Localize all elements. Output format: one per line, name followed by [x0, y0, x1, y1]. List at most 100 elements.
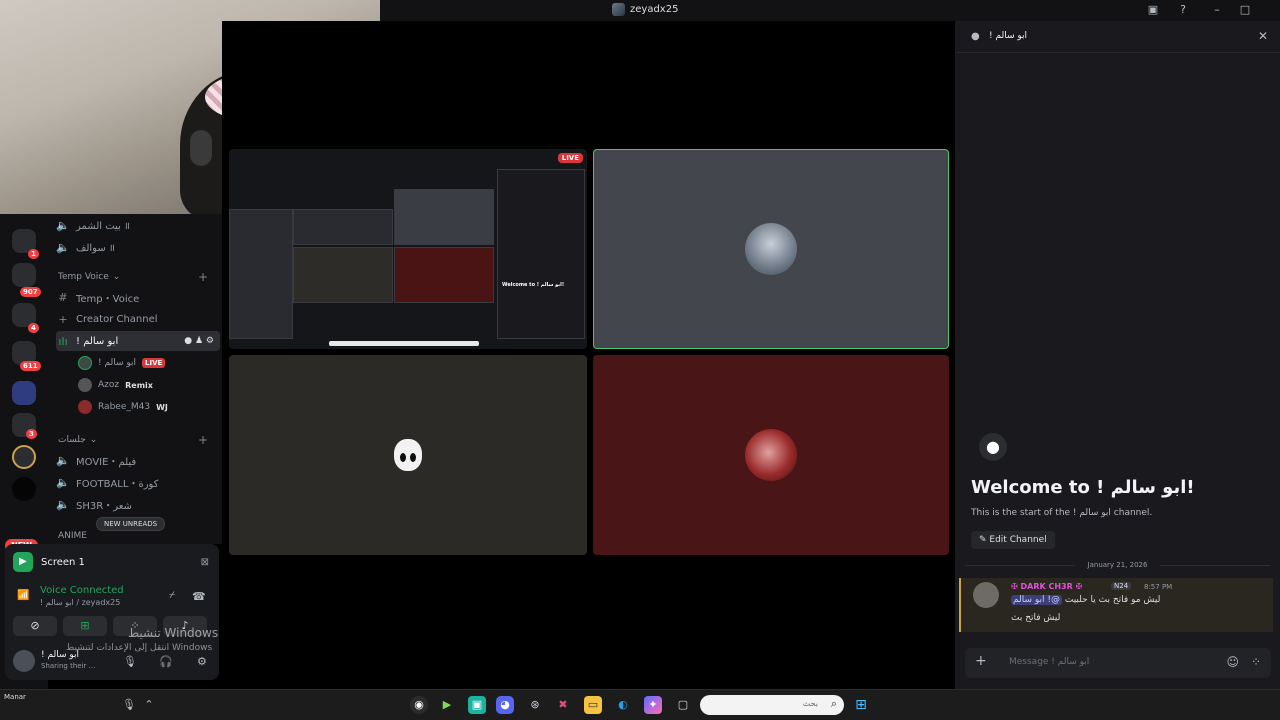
maximize-icon[interactable]: □	[1238, 3, 1252, 17]
active-voice-channel[interactable]: ıIı ! ابو سالم ● ♟ ⚙	[56, 331, 220, 351]
close-icon[interactable]: ✕	[1258, 29, 1268, 43]
voice-user-name: Rabee_M43	[98, 402, 151, 412]
chevron-down-icon: ⌄	[89, 435, 98, 445]
message-composer[interactable]: + Message ! ابو سالم ☺ ⁘	[965, 648, 1271, 678]
add-channel-icon[interactable]: +	[198, 433, 208, 447]
speaker-icon: 🔈	[56, 497, 70, 511]
category-temp-voice[interactable]: Temp Voice ⌄ +	[58, 270, 208, 284]
user-status: Sharing their ...	[41, 662, 96, 670]
server-icon[interactable]	[12, 445, 36, 469]
voice-channel[interactable]: 🔈 FOOTBALL・كورة	[56, 472, 220, 492]
video-tile-speaking[interactable]	[593, 149, 949, 349]
channel-name: Temp・Voice	[76, 293, 140, 305]
server-badge: 3	[26, 429, 37, 439]
gear-icon[interactable]: ⚙	[197, 655, 207, 668]
app-icon[interactable]: ▣	[468, 696, 486, 714]
windows-start-icon[interactable]: ⊞	[852, 696, 870, 714]
toggle-camera-button[interactable]: ⊘	[13, 616, 57, 636]
taskbar-search[interactable]: بحث ⌕	[700, 695, 844, 715]
screen-share-button[interactable]: ⊞	[63, 616, 107, 636]
stop-share-icon[interactable]: ⊠	[201, 557, 209, 568]
microphone-icon[interactable]: 🎙	[120, 696, 138, 714]
avatar	[78, 356, 92, 370]
microphone-icon[interactable]: 🎙	[123, 655, 137, 668]
server-badge: 611	[20, 361, 41, 371]
message-text: ليش مو فاتح بث يا حلبيت	[1064, 595, 1161, 605]
search-placeholder: بحث	[802, 699, 818, 708]
voice-user[interactable]: Azoz Remix	[78, 374, 218, 396]
steam-icon[interactable]: ⊛	[526, 696, 544, 714]
emoji-icon[interactable]: ☺	[1226, 655, 1239, 669]
server-icon[interactable]	[12, 263, 36, 287]
speaker-icon: 🔈	[56, 453, 70, 467]
inbox-icon[interactable]: ▣	[1146, 3, 1160, 17]
category-jalsat[interactable]: جلسات ⌄ +	[58, 433, 208, 447]
signal-icon: 📶	[17, 590, 30, 601]
avatar[interactable]	[973, 582, 999, 608]
chevron-up-icon[interactable]: ⌃	[140, 696, 158, 714]
attach-plus-icon[interactable]: +	[975, 653, 987, 669]
media-player-icon[interactable]: ▶	[438, 696, 456, 714]
message-line: ليش مو فاتح بث يا حلبيت @! ابو سالم	[1011, 595, 1160, 605]
voice-user-name: Azoz	[98, 380, 120, 390]
voice-user[interactable]: ! ابو سالم LIVE	[78, 352, 218, 374]
voice-channel[interactable]: 🔈 بيت الشمر ॥	[56, 215, 220, 235]
screen-stream-tile[interactable]: Welcome to ! ابو سالم! LIVE	[229, 149, 587, 349]
copilot-icon[interactable]: ✦	[644, 696, 662, 714]
chat-header: ● ! ابو سالم ✕	[955, 21, 1280, 53]
add-channel-icon[interactable]: +	[198, 270, 208, 284]
avatar	[388, 431, 428, 479]
channel-name: FOOTBALL・كورة	[76, 478, 159, 490]
minimize-icon[interactable]: –	[1210, 3, 1224, 17]
window-title: zeyadx25	[612, 3, 678, 16]
user-mention[interactable]: @! ابو سالم	[1011, 595, 1062, 605]
obs-icon[interactable]: ◉	[410, 696, 428, 714]
folder-icon[interactable]: ▭	[584, 696, 602, 714]
message-author[interactable]: ✠ DARK CH3R ✠	[1011, 582, 1082, 591]
user-panel: ▶ Screen 1 ⊠ 📶 Voice Connected ! ابو سال…	[5, 544, 219, 680]
search-icon: ⌕	[830, 697, 837, 710]
voice-channel[interactable]: 🔈 سوالف ॥	[56, 237, 220, 257]
stream-mini-taskbar	[329, 341, 479, 346]
text-channel[interactable]: # Temp・Voice	[56, 287, 220, 307]
folder-icon[interactable]	[12, 381, 36, 405]
chat-message[interactable]: ✠ DARK CH3R ✠ N24 8:57 PM ليش مو فاتح بث…	[959, 578, 1273, 632]
edit-channel-button[interactable]: ✎ Edit Channel	[971, 531, 1055, 549]
window-title-text: zeyadx25	[630, 4, 679, 15]
stream-mini-welcome: Welcome to ! ابو سالم!	[502, 282, 565, 288]
task-view-icon[interactable]: ▢	[674, 696, 692, 714]
avatar	[78, 378, 92, 392]
apps-icon[interactable]: ⁘	[1251, 655, 1261, 669]
voice-user[interactable]: Rabee_M43 WJ	[78, 396, 218, 418]
creator-channel[interactable]: + Creator Channel	[56, 309, 220, 329]
voice-channel[interactable]: 🔈 MOVIE・فيلم	[56, 450, 220, 470]
video-tile[interactable]	[229, 355, 587, 555]
category-label: جلسات	[58, 435, 86, 445]
category-anime[interactable]: ANIME	[58, 531, 208, 541]
edge-icon[interactable]: ◐	[614, 696, 632, 714]
voice-connected-label[interactable]: Voice Connected	[40, 585, 124, 596]
noise-suppression-icon[interactable]: ⌿	[169, 590, 175, 601]
voice-channel[interactable]: 🔈 SH3R・شعر	[56, 494, 220, 514]
discord-icon[interactable]: ◕	[496, 696, 514, 714]
stream-mini-tile	[293, 247, 393, 303]
discord-window: zeyadx25 ▣ ? – □ 1 907 4 611 3 NEW 🔈 بيت…	[0, 0, 1280, 720]
channel-actions-icon[interactable]: ● ♟ ⚙	[184, 336, 214, 346]
voice-active-icon: ıIı	[58, 334, 68, 348]
help-icon[interactable]: ?	[1176, 3, 1190, 17]
hash-icon: #	[58, 290, 68, 304]
new-unreads-button[interactable]: NEW UNREADS	[96, 517, 166, 531]
mask-eye	[400, 453, 406, 462]
headphones-icon[interactable]: 🎧	[159, 655, 173, 668]
video-tile[interactable]	[593, 355, 949, 555]
message-text: ليش فاتح بث	[1011, 613, 1061, 623]
mask-icon	[394, 439, 422, 471]
game-icon[interactable]: ✖	[554, 696, 572, 714]
chat-panel: ● ! ابو سالم ✕ ● Welcome to ! ابو سالم! …	[955, 21, 1280, 689]
avatar	[13, 650, 35, 672]
disconnect-icon[interactable]: ☎	[192, 590, 206, 603]
date-divider: January 21, 2026	[955, 561, 1280, 569]
server-icon[interactable]	[12, 477, 36, 501]
voice-user-tag: Remix	[125, 380, 153, 390]
screen-share-row[interactable]: ▶ Screen 1 ⊠	[13, 550, 211, 574]
